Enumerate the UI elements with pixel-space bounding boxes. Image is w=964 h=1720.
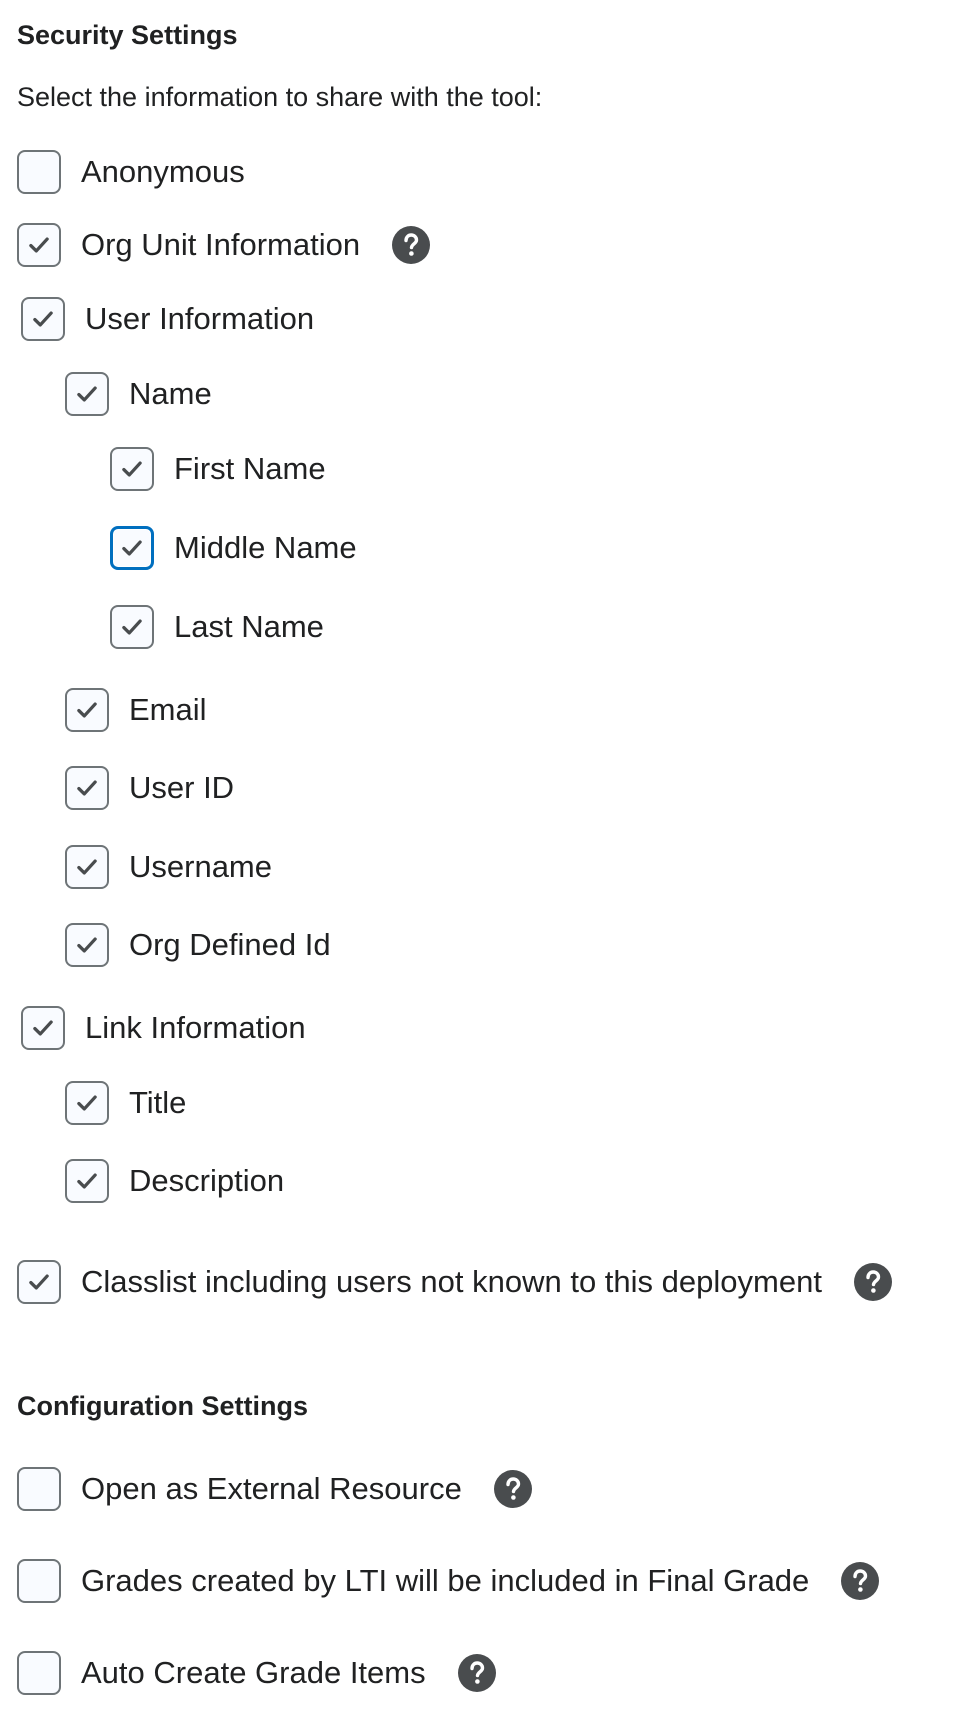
first-name-label: First Name <box>174 451 326 486</box>
checkmark-icon <box>77 1095 97 1111</box>
link-information-label: Link Information <box>85 1010 306 1045</box>
option-description[interactable]: Description <box>65 1157 284 1205</box>
option-org-unit-information[interactable]: Org Unit Information <box>17 221 431 269</box>
grades-in-final-grade-checkbox[interactable] <box>17 1559 61 1603</box>
open-as-external-resource-checkbox[interactable] <box>17 1467 61 1511</box>
org-defined-id-label: Org Defined Id <box>129 927 331 962</box>
option-anonymous[interactable]: Anonymous <box>17 148 245 196</box>
grades-in-final-grade-label: Grades created by LTI will be included i… <box>81 1563 810 1598</box>
org-unit-information-checkbox[interactable] <box>17 223 61 267</box>
option-link-information[interactable]: Link Information <box>21 1004 306 1052</box>
help-icon[interactable] <box>493 1470 532 1508</box>
classlist-label: Classlist including users not known to t… <box>81 1264 822 1299</box>
org-defined-id-checkbox[interactable] <box>65 923 109 967</box>
option-org-defined-id[interactable]: Org Defined Id <box>65 921 331 969</box>
help-icon[interactable] <box>841 1562 880 1600</box>
option-auto-create-grade-items[interactable]: Auto Create Grade Items <box>17 1649 496 1697</box>
user-information-checkbox[interactable] <box>21 297 65 341</box>
middle-name-checkbox[interactable] <box>110 526 154 570</box>
title-label: Title <box>129 1085 187 1120</box>
checkmark-icon <box>77 780 97 796</box>
email-label: Email <box>129 692 207 727</box>
description-checkbox[interactable] <box>65 1159 109 1203</box>
checkmark-icon <box>29 237 49 253</box>
username-label: Username <box>129 849 272 884</box>
name-checkbox[interactable] <box>65 372 109 416</box>
option-title[interactable]: Title <box>65 1079 186 1127</box>
org-unit-information-label: Org Unit Information <box>81 227 361 262</box>
option-user-id[interactable]: User ID <box>65 764 234 812</box>
first-name-checkbox[interactable] <box>110 447 154 491</box>
question-mark-glyph <box>866 1270 881 1293</box>
last-name-checkbox[interactable] <box>110 605 154 649</box>
checkmark-icon <box>77 1173 97 1189</box>
option-username[interactable]: Username <box>65 843 272 891</box>
checkmark-icon <box>33 1020 53 1036</box>
option-grades-in-final-grade[interactable]: Grades created by LTI will be included i… <box>17 1557 880 1605</box>
title-checkbox[interactable] <box>65 1081 109 1125</box>
help-icon[interactable] <box>457 1654 496 1692</box>
email-checkbox[interactable] <box>65 688 109 732</box>
question-mark-glyph <box>469 1661 484 1684</box>
user-information-label: User Information <box>85 301 315 336</box>
checkmark-icon <box>29 1274 49 1290</box>
last-name-label: Last Name <box>174 609 324 644</box>
checkmark-icon <box>77 859 97 875</box>
option-middle-name[interactable]: Middle Name <box>110 524 357 572</box>
checkmark-icon <box>122 461 142 477</box>
link-information-checkbox[interactable] <box>21 1006 65 1050</box>
user-id-checkbox[interactable] <box>65 766 109 810</box>
classlist-checkbox[interactable] <box>17 1260 61 1304</box>
open-as-external-resource-label: Open as External Resource <box>81 1471 462 1506</box>
checkmark-icon <box>77 386 97 402</box>
help-icon[interactable] <box>392 226 431 264</box>
help-icon[interactable] <box>853 1263 892 1301</box>
auto-create-grade-items-label: Auto Create Grade Items <box>81 1655 426 1690</box>
option-first-name[interactable]: First Name <box>110 445 326 493</box>
option-last-name[interactable]: Last Name <box>110 603 324 651</box>
user-id-label: User ID <box>129 770 235 805</box>
question-mark-glyph <box>404 233 419 256</box>
security-instruction: Select the information to share with the… <box>17 82 543 112</box>
username-checkbox[interactable] <box>65 845 109 889</box>
configuration-settings-heading: Configuration Settings <box>17 1391 308 1421</box>
question-mark-glyph <box>853 1569 868 1592</box>
description-label: Description <box>129 1163 285 1198</box>
checkmark-icon <box>122 619 142 635</box>
checkmark-icon <box>122 540 142 556</box>
checkmark-icon <box>33 311 53 327</box>
checkmark-icon <box>77 937 97 953</box>
option-name[interactable]: Name <box>65 370 212 418</box>
question-mark-glyph <box>506 1477 521 1500</box>
option-open-as-external-resource[interactable]: Open as External Resource <box>17 1465 532 1513</box>
checkmark-icon <box>77 702 97 718</box>
auto-create-grade-items-checkbox[interactable] <box>17 1651 61 1695</box>
option-classlist[interactable]: Classlist including users not known to t… <box>17 1258 892 1306</box>
security-settings-heading: Security Settings <box>17 20 238 50</box>
middle-name-label: Middle Name <box>174 530 357 565</box>
option-email[interactable]: Email <box>65 686 207 734</box>
anonymous-checkbox[interactable] <box>17 150 61 194</box>
anonymous-label: Anonymous <box>81 154 245 189</box>
option-user-information[interactable]: User Information <box>21 295 314 343</box>
name-label: Name <box>129 376 212 411</box>
